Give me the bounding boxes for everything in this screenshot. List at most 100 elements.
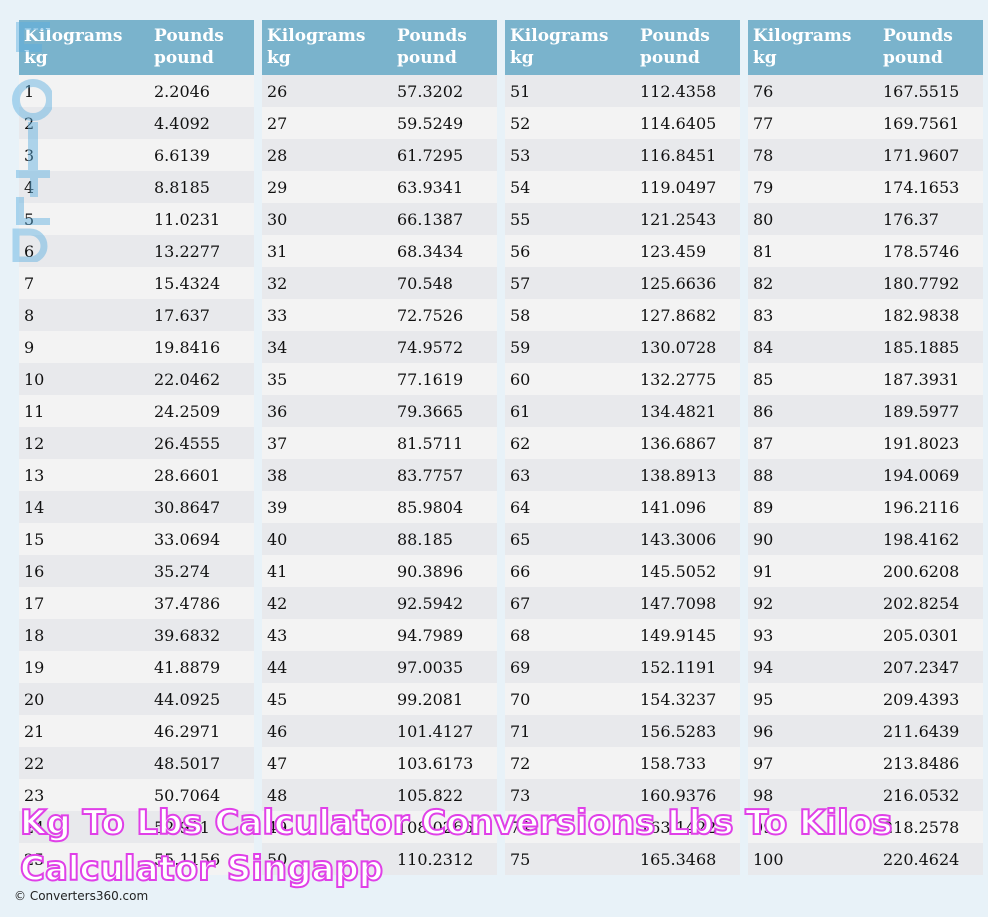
lb-cell: 127.8682 <box>640 305 717 325</box>
kg-cell: 29 <box>267 177 288 197</box>
kg-cell: 34 <box>267 337 288 357</box>
lb-cell: 114.6405 <box>640 113 717 133</box>
kg-header-label: Kilograms <box>267 26 366 46</box>
kg-cell: 86 <box>753 401 774 421</box>
kg-cell: 39 <box>267 497 288 517</box>
lb-cell: 200.6208 <box>883 561 960 581</box>
kg-header-unit: kg <box>267 48 291 68</box>
kg-cell: 83 <box>753 305 774 325</box>
kg-cell: 7 <box>24 273 35 293</box>
kg-cell: 30 <box>267 209 288 229</box>
lb-cell: 130.0728 <box>640 337 717 357</box>
kg-cell: 57 <box>510 273 531 293</box>
kg-cell: 20 <box>24 689 45 709</box>
lb-cell: 57.3202 <box>397 81 464 101</box>
kg-cell: 69 <box>510 657 531 677</box>
lb-cell: 178.5746 <box>883 241 960 261</box>
kg-cell: 71 <box>510 721 531 741</box>
table-row: 2 4.4092 <box>19 107 254 139</box>
lb-cell: 79.3665 <box>397 401 464 421</box>
kg-cell: 52 <box>510 113 531 133</box>
lb-cell: 143.3006 <box>640 529 717 549</box>
table-row: 93 205.0301 <box>748 619 983 651</box>
table-row: 86 189.5977 <box>748 395 983 427</box>
kg-cell: 47 <box>267 753 288 773</box>
table-row: 1 2.2046 <box>19 75 254 107</box>
lb-cell: 46.2971 <box>154 721 221 741</box>
table-row: 65 143.3006 <box>505 523 740 555</box>
kg-cell: 17 <box>24 593 45 613</box>
table-row: 53 116.8451 <box>505 139 740 171</box>
kg-cell: 3 <box>24 145 35 165</box>
table-row: 35 77.1619 <box>262 363 497 395</box>
table-row: 76 167.5515 <box>748 75 983 107</box>
kg-cell: 76 <box>753 81 774 101</box>
kg-cell: 97 <box>753 753 774 773</box>
lb-cell: 8.8185 <box>154 177 210 197</box>
kg-header-label: Kilograms <box>510 26 609 46</box>
lb-cell: 194.0069 <box>883 465 960 485</box>
lb-cell: 119.0497 <box>640 177 717 197</box>
table-row: 27 59.5249 <box>262 107 497 139</box>
kg-cell: 5 <box>24 209 35 229</box>
kg-cell: 22 <box>24 753 45 773</box>
kg-cell: 78 <box>753 145 774 165</box>
kg-header-unit: kg <box>24 48 48 68</box>
kg-cell: 16 <box>24 561 45 581</box>
lb-column-header: Pounds pound <box>878 25 983 75</box>
table-row: 46 101.4127 <box>262 715 497 747</box>
table-row: 70 154.3237 <box>505 683 740 715</box>
kg-header-unit: kg <box>510 48 534 68</box>
kg-cell: 46 <box>267 721 288 741</box>
table-row: 17 37.4786 <box>19 587 254 619</box>
kg-cell: 70 <box>510 689 531 709</box>
lb-cell: 99.2081 <box>397 689 464 709</box>
kg-cell: 13 <box>24 465 45 485</box>
kg-cell: 79 <box>753 177 774 197</box>
kg-cell: 21 <box>24 721 45 741</box>
lb-cell: 2.2046 <box>154 81 210 101</box>
lb-cell: 37.4786 <box>154 593 221 613</box>
table-row: 34 74.9572 <box>262 331 497 363</box>
table-row: 97 213.8486 <box>748 747 983 779</box>
kg-cell: 66 <box>510 561 531 581</box>
lb-cell: 174.1653 <box>883 177 960 197</box>
table-row: 92 202.8254 <box>748 587 983 619</box>
kg-cell: 41 <box>267 561 288 581</box>
lb-cell: 171.9607 <box>883 145 960 165</box>
kg-cell: 56 <box>510 241 531 261</box>
table-row: 83 182.9838 <box>748 299 983 331</box>
kg-cell: 62 <box>510 433 531 453</box>
lb-cell: 77.1619 <box>397 369 464 389</box>
lb-header-unit: pound <box>883 48 943 68</box>
kg-cell: 44 <box>267 657 288 677</box>
lb-cell: 83.7757 <box>397 465 464 485</box>
lb-column-header: Pounds pound <box>149 25 254 75</box>
lb-cell: 61.7295 <box>397 145 464 165</box>
conversion-table-2: Kilograms kg Pounds pound 26 57.3202 27 59.5249… <box>262 20 497 875</box>
kg-cell: 93 <box>753 625 774 645</box>
kg-cell: 58 <box>510 305 531 325</box>
table-row: 13 28.6601 <box>19 459 254 491</box>
table-row: 20 44.0925 <box>19 683 254 715</box>
kg-cell: 12 <box>24 433 45 453</box>
kg-cell: 92 <box>753 593 774 613</box>
lb-cell: 141.096 <box>640 497 707 517</box>
table-row: 30 66.1387 <box>262 203 497 235</box>
lb-cell: 205.0301 <box>883 625 960 645</box>
lb-header-label: Pounds <box>640 26 710 46</box>
kg-cell: 14 <box>24 497 45 517</box>
kg-cell: 1 <box>24 81 35 101</box>
lb-cell: 90.3896 <box>397 561 464 581</box>
kg-header-label: Kilograms <box>753 26 852 46</box>
table-row: 59 130.0728 <box>505 331 740 363</box>
table-row: 95 209.4393 <box>748 683 983 715</box>
lb-header-unit: pound <box>640 48 700 68</box>
lb-cell: 97.0035 <box>397 657 464 677</box>
overlay-title: Kg To Lbs Calculator Conversions Lbs To … <box>19 802 893 890</box>
kg-cell: 80 <box>753 209 774 229</box>
table-row: 31 68.3434 <box>262 235 497 267</box>
kg-cell: 81 <box>753 241 774 261</box>
kg-cell: 19 <box>24 657 45 677</box>
table-row: 6 13.2277 <box>19 235 254 267</box>
